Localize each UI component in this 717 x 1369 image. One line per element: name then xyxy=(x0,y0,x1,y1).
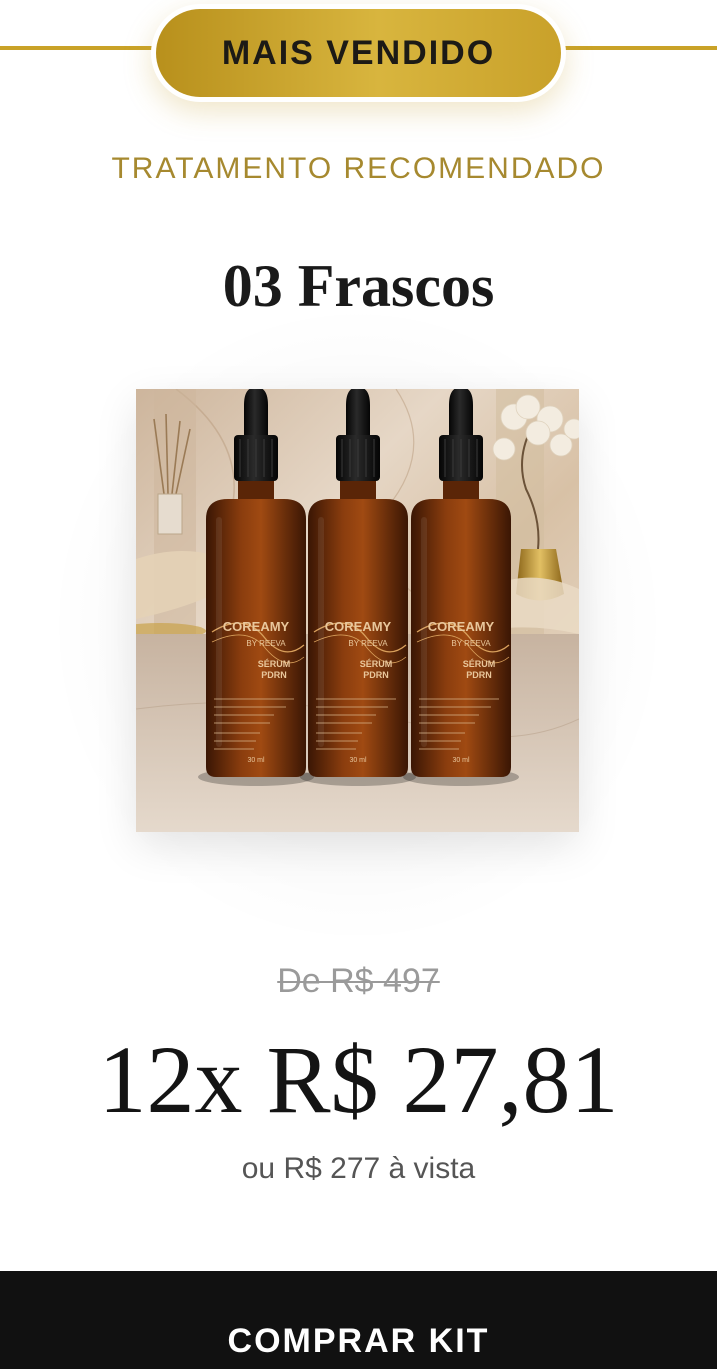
badge-right-line xyxy=(557,46,717,50)
old-price: De R$ 497 xyxy=(277,962,440,1000)
best-seller-badge-label: MAIS VENDIDO xyxy=(221,33,496,72)
svg-text:30 ml: 30 ml xyxy=(349,757,367,764)
svg-text:COREAMY: COREAMY xyxy=(325,619,392,634)
svg-text:BY REEVA: BY REEVA xyxy=(246,639,286,648)
best-seller-badge: MAIS VENDIDO xyxy=(151,4,566,102)
svg-text:30 ml: 30 ml xyxy=(247,757,265,764)
svg-text:BY REEVA: BY REEVA xyxy=(451,639,491,648)
svg-text:SÉRUM: SÉRUM xyxy=(360,659,393,669)
buy-kit-button-label: COMPRAR KIT xyxy=(227,1322,490,1360)
svg-text:PDRN: PDRN xyxy=(363,670,389,680)
best-seller-badge-fill: MAIS VENDIDO xyxy=(156,9,561,97)
svg-text:SÉRUM: SÉRUM xyxy=(258,659,291,669)
svg-text:COREAMY: COREAMY xyxy=(428,619,495,634)
svg-text:PDRN: PDRN xyxy=(261,670,287,680)
badge-left-line xyxy=(0,46,160,50)
installment-price: 12x R$ 27,81 xyxy=(98,1026,619,1133)
svg-text:BY REEVA: BY REEVA xyxy=(348,639,388,648)
svg-text:PDRN: PDRN xyxy=(466,670,492,680)
svg-text:SÉRUM: SÉRUM xyxy=(463,659,496,669)
svg-text:30 ml: 30 ml xyxy=(452,757,470,764)
svg-text:COREAMY: COREAMY xyxy=(223,619,290,634)
offer-subtitle: TRATAMENTO RECOMENDADO xyxy=(111,152,606,185)
cash-price: ou R$ 277 à vista xyxy=(241,1152,476,1185)
buy-kit-button[interactable]: COMPRAR KIT xyxy=(0,1271,717,1369)
product-image: COREAMY BY REEVA SÉRUM PDRN 30 ml COREAM… xyxy=(136,389,579,832)
